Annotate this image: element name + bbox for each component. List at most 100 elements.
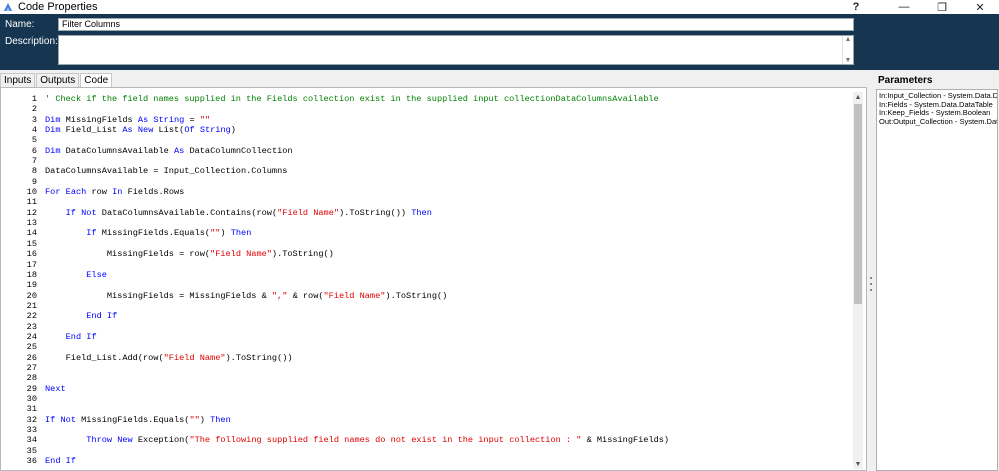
code-token: Then (411, 207, 432, 218)
code-token: If (45, 414, 56, 425)
code-line[interactable] (45, 301, 850, 311)
code-line[interactable]: Next (45, 384, 850, 394)
pane-splitter[interactable] (868, 72, 875, 471)
code-line[interactable]: Dim MissingFields As String = "" (45, 115, 850, 125)
code-token: "Field Name" (277, 207, 340, 218)
code-token: ).ToString() (385, 290, 448, 301)
code-line[interactable]: Dim DataColumnsAvailable As DataColumnCo… (45, 146, 850, 156)
code-token: End (65, 331, 82, 342)
code-line[interactable]: If Not DataColumnsAvailable.Contains(row… (45, 208, 850, 218)
code-line[interactable] (45, 218, 850, 228)
code-line[interactable] (45, 425, 850, 435)
splitter-grip-icon[interactable] (870, 277, 873, 291)
line-number: 30 (26, 393, 37, 404)
code-line[interactable] (45, 394, 850, 404)
help-button[interactable]: ? (827, 0, 885, 14)
code-token: ).ToString()) (225, 352, 293, 363)
scroll-up-icon[interactable]: ▲ (845, 36, 852, 43)
code-token: List( (153, 125, 185, 136)
tab-code[interactable]: Code (80, 73, 113, 88)
name-field[interactable]: Filter Columns (58, 18, 854, 31)
code-token: row (86, 187, 113, 198)
code-line[interactable] (45, 373, 850, 383)
code-line[interactable]: Field_List.Add(row("Field Name").ToStrin… (45, 353, 850, 363)
code-line[interactable] (45, 104, 850, 114)
parameter-item[interactable]: Out:Output_Collection - System.Data.Data… (879, 117, 997, 127)
code-line[interactable]: MissingFields = MissingFields & "," & ro… (45, 291, 850, 301)
line-number: 1 (31, 94, 37, 104)
parameters-list[interactable]: In:Input_Collection - System.Data.DataTa… (876, 89, 998, 471)
code-token: End (45, 456, 61, 467)
code-token: "Field Name" (323, 290, 386, 301)
description-scrollbar[interactable]: ▲ ▼ (842, 36, 853, 64)
code-token: & row( (287, 290, 324, 301)
code-token: MissingFields = MissingFields & (45, 290, 272, 301)
maximize-button[interactable]: ❐ (923, 0, 961, 14)
line-number: 11 (26, 197, 37, 208)
scrollbar-thumb[interactable] (854, 104, 862, 304)
line-number: 7 (31, 156, 37, 167)
code-line[interactable] (45, 363, 850, 373)
code-area[interactable]: ' Check if the field names supplied in t… (45, 88, 850, 466)
code-token: As (137, 114, 149, 125)
code-line[interactable] (45, 404, 850, 414)
code-token: Of (184, 125, 195, 136)
line-number: 20 (26, 290, 37, 301)
code-line[interactable] (45, 239, 850, 249)
code-token: Fields.Rows (122, 187, 185, 198)
code-line[interactable] (45, 177, 850, 187)
code-line[interactable]: Else (45, 270, 850, 280)
title-bar: Code Properties ? — ❐ ✕ (0, 0, 999, 14)
code-line[interactable] (45, 446, 850, 456)
code-editor[interactable]: 1 2 3 4 5 6 7 8 9 10 11 12 13 14 15 16 17 18 19 20 21 22 23 24 2… (0, 87, 867, 471)
code-token: DataColumnCollection (184, 145, 293, 156)
scroll-down-icon[interactable]: ▼ (853, 459, 863, 469)
code-line[interactable]: MissingFields = row("Field Name").ToStri… (45, 249, 850, 259)
code-line[interactable] (45, 280, 850, 290)
line-number: 4 (31, 125, 37, 136)
code-line[interactable]: For Each row In Fields.Rows (45, 187, 850, 197)
code-line[interactable]: If MissingFields.Equals("") Then (45, 228, 850, 238)
code-line[interactable]: End If (45, 332, 850, 342)
code-line[interactable]: Dim Field_List As New List(Of String) (45, 125, 850, 135)
code-line[interactable]: Throw New Exception("The following suppl… (45, 435, 850, 445)
close-button[interactable]: ✕ (961, 0, 999, 14)
line-number: 17 (26, 259, 37, 270)
tab-outputs[interactable]: Outputs (36, 73, 80, 87)
editor-vertical-scrollbar[interactable]: ▲ ▼ (853, 92, 863, 469)
code-token: If (106, 311, 118, 322)
code-line[interactable]: If Not MissingFields.Equals("") Then (45, 415, 850, 425)
line-number: 18 (26, 269, 37, 280)
code-token: Not (60, 414, 76, 425)
line-number: 22 (26, 311, 37, 322)
code-line[interactable] (45, 156, 850, 166)
description-field[interactable]: ▲ ▼ (58, 35, 854, 65)
line-number: 28 (26, 373, 37, 384)
code-line[interactable]: End If (45, 311, 850, 321)
code-line[interactable] (45, 342, 850, 352)
code-token: Dim (45, 145, 61, 156)
code-line[interactable] (45, 135, 850, 145)
scroll-up-icon[interactable]: ▲ (853, 92, 863, 102)
code-line[interactable]: ' Check if the field names supplied in t… (45, 94, 850, 104)
code-token: As (173, 145, 185, 156)
line-number: 14 (26, 228, 37, 239)
code-line[interactable]: End If (45, 456, 850, 466)
code-token: Then (210, 414, 231, 425)
code-token: Then (230, 228, 252, 239)
line-number: 26 (26, 352, 37, 363)
code-line[interactable] (45, 322, 850, 332)
code-line[interactable]: DataColumnsAvailable = Input_Collection.… (45, 166, 850, 176)
code-token: If (65, 207, 76, 218)
line-number: 13 (26, 218, 37, 229)
code-token: Else (86, 269, 107, 280)
line-number: 27 (26, 362, 37, 373)
code-line[interactable] (45, 260, 850, 270)
tab-inputs[interactable]: Inputs (0, 73, 36, 87)
code-token: & MissingFields) (581, 435, 670, 446)
minimize-button[interactable]: — (885, 0, 923, 14)
scroll-down-icon[interactable]: ▼ (845, 57, 852, 64)
code-line[interactable] (45, 197, 850, 207)
line-number: 35 (26, 445, 37, 456)
